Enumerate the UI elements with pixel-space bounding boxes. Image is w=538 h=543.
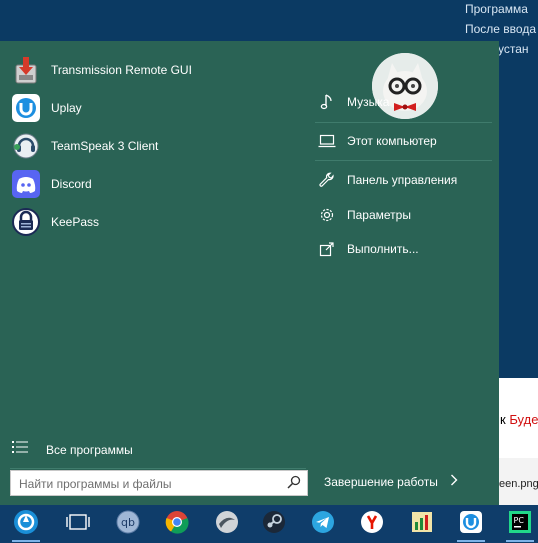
link-run[interactable]: Выполнить... (315, 235, 493, 263)
pinned-app-uplay[interactable]: Uplay (10, 90, 290, 126)
chevron-right-icon[interactable] (450, 473, 458, 491)
telegram-icon (311, 510, 335, 539)
pycharm-icon: PC (508, 510, 532, 539)
search-box[interactable] (10, 470, 308, 496)
background-file-name: een.png (499, 478, 538, 490)
taskbar-pycharm[interactable]: PC (502, 508, 538, 542)
svg-text:PC: PC (514, 516, 525, 525)
taskbar: qb PC (0, 505, 538, 543)
link-this-computer[interactable]: Этот компьютер (315, 127, 493, 155)
list-icon (12, 440, 28, 459)
background-panel-text: к Буде (500, 412, 538, 427)
start-button[interactable] (8, 508, 44, 542)
pinned-app-label: Transmission Remote GUI (51, 63, 192, 77)
pinned-app-label: TeamSpeak 3 Client (51, 139, 159, 153)
task-view-icon (66, 513, 90, 536)
qbittorrent-icon: qb (115, 509, 141, 540)
links-divider (315, 160, 492, 161)
links-divider (315, 122, 492, 123)
gear-icon (315, 207, 339, 223)
link-settings[interactable]: Параметры (315, 201, 493, 229)
svg-text:qb: qb (121, 516, 135, 529)
pinned-app-teamspeak[interactable]: TeamSpeak 3 Client (10, 128, 290, 164)
pinned-app-label: KeePass (51, 215, 100, 229)
yandex-browser-icon (360, 510, 384, 539)
app-icon (215, 510, 239, 539)
wrench-icon (315, 172, 339, 188)
link-label: Этот компьютер (347, 134, 437, 148)
search-input[interactable] (17, 473, 281, 495)
all-programs-label: Все программы (46, 442, 133, 457)
taskbar-yandex-browser[interactable] (354, 508, 390, 540)
pinned-app-keepass[interactable]: KeePass (10, 204, 290, 240)
teamspeak-icon (10, 130, 42, 162)
computer-icon (315, 134, 339, 148)
uplay-icon (10, 92, 42, 124)
taskbar-qbittorrent[interactable]: qb (110, 508, 146, 540)
transmission-icon (10, 54, 42, 86)
music-icon (315, 94, 339, 110)
link-label: Панель управления (347, 173, 458, 187)
run-icon (315, 241, 339, 257)
link-control-panel[interactable]: Панель управления (315, 166, 493, 194)
start-menu: Transmission Remote GUI Uplay TeamSpeak … (0, 41, 499, 505)
steam-icon (262, 510, 286, 539)
uplay-icon (459, 510, 483, 539)
taskbar-telegram[interactable] (305, 508, 341, 540)
start-button-icon (13, 509, 39, 540)
pinned-app-label: Discord (51, 177, 92, 191)
keepass-icon (10, 206, 42, 238)
all-programs-button[interactable]: Все программы (12, 440, 133, 459)
background-text-line: Программа (465, 2, 528, 16)
pinned-app-transmission[interactable]: Transmission Remote GUI (10, 52, 290, 88)
taskbar-uplay[interactable] (453, 508, 489, 542)
taskbar-steam[interactable] (256, 508, 292, 540)
chart-app-icon (410, 510, 434, 539)
link-label: Музыка (347, 95, 390, 109)
link-music[interactable]: Музыка (315, 88, 493, 116)
shutdown-label: Завершение работы (324, 475, 438, 489)
pinned-app-discord[interactable]: Discord (10, 166, 290, 202)
search-icon[interactable] (287, 475, 301, 494)
link-label: Выполнить... (347, 242, 419, 256)
discord-icon (10, 168, 42, 200)
taskbar-chart-app[interactable] (404, 508, 440, 540)
taskbar-app[interactable] (209, 508, 245, 540)
pinned-app-label: Uplay (51, 101, 82, 115)
left-divider (10, 468, 306, 469)
taskbar-chrome[interactable] (159, 508, 195, 540)
link-label: Параметры (347, 208, 411, 222)
shutdown-button[interactable]: Завершение работы (324, 473, 458, 491)
chrome-icon (165, 510, 189, 539)
background-text-line: После ввода (465, 22, 537, 36)
task-view-button[interactable] (60, 508, 96, 540)
